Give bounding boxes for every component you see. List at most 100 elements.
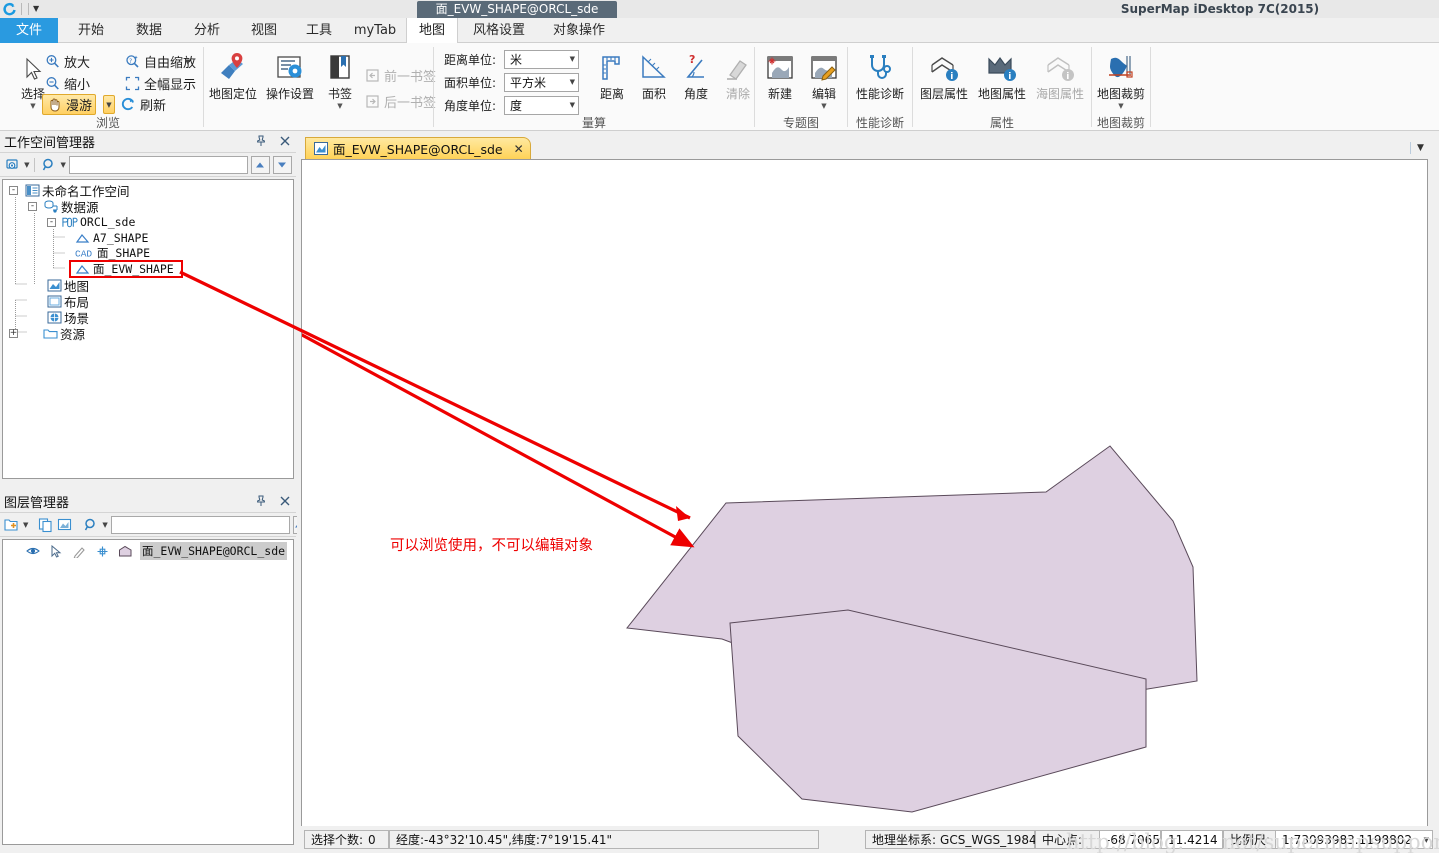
workspace-search-input[interactable] [68,155,248,174]
zoom-out-label: 缩小 [64,77,91,93]
ribbon-tab-mytab[interactable]: myTab [346,18,404,43]
ribbon-tab-object-ops[interactable]: 对象操作 [540,18,618,43]
pin-icon[interactable] [254,494,268,508]
map-properties-button[interactable]: i 地图属性 [973,49,1031,102]
polygon-dataset-icon [75,262,91,277]
close-icon[interactable]: ✕ [514,142,524,156]
pin-icon[interactable] [254,134,268,148]
layer-properties-button[interactable]: i 图层属性 [915,49,973,102]
thematic-new-button[interactable]: 新建 [758,49,802,102]
chevron-down-icon[interactable]: ▼ [570,55,575,63]
tree-node-datasources[interactable]: - 数据源 [28,198,99,215]
performance-diagnose-button[interactable]: 性能诊断 [851,49,909,102]
ribbon-tab-data[interactable]: 数据 [120,18,178,43]
search-icon[interactable] [83,516,99,534]
tree-node-a7-shape[interactable]: A7_SHAPE [66,230,148,246]
ribbon-tab-view[interactable]: 视图 [236,18,292,43]
workspace-tree[interactable]: - 未命名工作空间 - 数据源 - ORCL_sde A7_SHAPE CAD … [2,179,294,479]
layer-search-input[interactable] [110,515,290,534]
eye-icon[interactable] [25,544,41,559]
document-tab-menu[interactable]: ▼ [1399,139,1435,157]
ribbon-tab-tools[interactable]: 工具 [292,18,346,43]
measure-distance-button[interactable]: 距离 [591,49,633,102]
zoom-in-button[interactable]: 放大 [44,51,90,71]
map-canvas[interactable]: 可以浏览使用，不可以编辑对象 [301,159,1428,845]
layer-manager-panel: 图层管理器 ▼ ▼ 面_EVW_SHAPE@ORCL_sde [0,491,320,853]
chevron-down-icon[interactable]: ▼ [185,58,190,66]
tree-node-orcl-sde[interactable]: - ORCL_sde [47,214,135,230]
close-icon[interactable] [278,134,292,148]
refresh-button[interactable]: 刷新 [120,94,166,114]
chevron-down-icon[interactable]: ▼ [106,101,111,109]
bookmark-button[interactable]: 书签 ▼ [319,49,361,110]
chevron-down-icon[interactable]: ▼ [60,161,65,169]
zoom-out-button[interactable]: 缩小 [44,73,90,93]
tree-label-mian-evw-shape: 面_EVW_SHAPE [93,262,174,276]
free-zoom-dropdown-button[interactable]: ▼ [185,52,190,72]
workspace-view-icon[interactable] [4,156,21,174]
chevron-down-icon[interactable]: ▼ [1417,143,1424,153]
chevron-down-icon[interactable]: ▼ [30,103,35,110]
ribbon-tab-style[interactable]: 风格设置 [460,18,538,43]
chart-properties-button: i 海图属性 [1031,49,1089,102]
search-icon[interactable] [40,156,57,174]
snap-icon[interactable] [94,544,110,559]
document-tab-map[interactable]: 面_EVW_SHAPE@ORCL_sde ✕ [305,137,531,159]
pencil-icon[interactable] [71,544,87,559]
area-unit-combobox[interactable]: 平方米 ▼ [504,72,579,92]
ribbon-tab-file[interactable]: 文件 [0,18,58,43]
status-center-x[interactable]: -68.7065 [1099,830,1161,849]
operation-settings-button[interactable]: 操作设置 [262,49,318,102]
expander-icon[interactable]: + [9,328,18,338]
chevron-down-icon[interactable]: ▼ [102,521,107,529]
tree-node-mian-shape[interactable]: CAD 面_SHAPE [66,245,150,261]
measure-area-button[interactable]: 面积 [633,49,675,102]
chevron-down-icon[interactable]: ▼ [570,101,575,109]
ribbon: 选择 ▼ 放大 缩小 漫游 ▼ ? 自由缩放 ▼ 全幅显示 刷新 地图定位 操作… [0,43,1439,131]
oracle-db-icon [62,215,78,230]
magnifier-minus-icon [44,75,60,91]
chevron-down-icon[interactable]: ▼ [24,161,29,169]
ribbon-tab-analysis[interactable]: 分析 [178,18,236,43]
chevron-down-icon[interactable]: ▼ [33,5,39,13]
map-graphics [302,333,1198,813]
tree-node-resources[interactable]: + 资源 [9,325,85,342]
polygon-style-icon[interactable] [117,544,133,559]
layer-list-item[interactable]: 面_EVW_SHAPE@ORCL_sde [25,542,288,560]
status-scale-value[interactable]: 1:73093983.1198802 ▼ [1275,830,1433,849]
cursor-arrow-icon[interactable] [48,544,64,559]
chevron-down-icon[interactable]: ▼ [821,103,826,110]
chevron-down-icon[interactable]: ▼ [1118,103,1123,110]
map-locate-button[interactable]: 地图定位 [205,49,261,102]
arrow-up-icon[interactable] [250,155,270,174]
expander-icon[interactable]: - [28,201,37,211]
distance-unit-combobox[interactable]: 米 ▼ [504,49,579,69]
pan-button[interactable]: 漫游 [42,94,97,115]
thematic-edit-button[interactable]: 编辑 ▼ [802,49,846,110]
qat-divider-2 [28,3,29,15]
status-bar: 选择个数: 0 经度:-43°32'10.45",纬度:7°19'15.41" … [297,826,1439,853]
ribbon-tab-start[interactable]: 开始 [62,18,120,43]
layer-props-icon[interactable] [57,516,73,534]
ribbon-tab-map[interactable]: 地图 [406,18,458,43]
status-center-y[interactable]: 11.4214 [1161,830,1223,849]
chevron-down-icon[interactable]: ▼ [570,78,575,86]
measure-angle-button[interactable]: ? 角度 [675,49,717,102]
close-icon[interactable] [278,494,292,508]
copy-layers-icon[interactable] [38,516,54,534]
chevron-down-icon[interactable]: ▼ [23,521,28,529]
map-clip-button[interactable]: 地图裁剪 ▼ [1092,49,1150,110]
full-extent-button[interactable]: 全幅显示 [124,73,196,93]
expander-icon[interactable]: - [47,217,56,227]
map-clip-label: 地图裁剪 [1096,87,1145,101]
expander-icon[interactable]: - [9,185,18,195]
document-title: 面_EVW_SHAPE@ORCL_sde [417,1,617,18]
pan-dropdown-button[interactable]: ▼ [103,95,115,114]
chevron-down-icon[interactable]: ▼ [1424,836,1429,844]
chevron-down-icon[interactable]: ▼ [337,103,342,110]
add-layer-icon[interactable] [4,516,20,534]
layer-list[interactable]: 面_EVW_SHAPE@ORCL_sde [2,539,294,845]
arrow-down-icon[interactable] [272,155,292,174]
angle-unit-combobox[interactable]: 度 ▼ [504,95,579,115]
quick-access-toolbar[interactable]: ▼ [2,0,39,18]
